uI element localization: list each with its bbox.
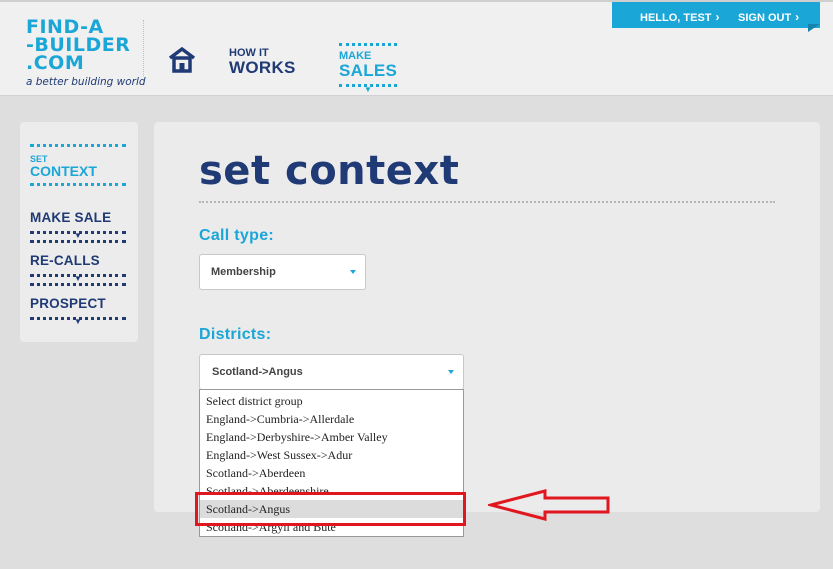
sidebar-item-label: CONTEXT bbox=[30, 163, 97, 179]
logo-line-3: .COM bbox=[26, 52, 85, 74]
page-title: set context bbox=[199, 148, 460, 194]
user-bar-fold bbox=[808, 24, 820, 32]
sidebar-item-label: MAKE SALE bbox=[30, 210, 112, 225]
sidebar-item-make-sale[interactable]: MAKE SALE ▼ bbox=[30, 202, 126, 243]
dropdown-option[interactable]: England->Derbyshire->Amber Valley bbox=[200, 428, 463, 446]
title-divider bbox=[199, 201, 775, 203]
call-type-label: Call type: bbox=[199, 227, 275, 244]
divider-dots bbox=[30, 183, 126, 186]
chevron-down-icon: ▼ bbox=[364, 85, 372, 94]
sidebar-item-label: PROSPECT bbox=[30, 296, 106, 311]
site-logo[interactable]: FIND-A -BUILDER .COM a better building w… bbox=[26, 18, 146, 92]
logo-tagline: a better building world bbox=[26, 76, 146, 88]
site-header: FIND-A -BUILDER .COM a better building w… bbox=[0, 0, 833, 96]
dropdown-option[interactable]: England->Cumbria->Allerdale bbox=[200, 410, 463, 428]
chevron-right-icon: › bbox=[795, 10, 800, 24]
chevron-down-icon: ▼ bbox=[74, 231, 82, 240]
chevron-down-icon: ▼ bbox=[74, 317, 82, 326]
dropdown-option[interactable]: England->West Sussex->Adur bbox=[200, 446, 463, 464]
sign-out-label: SIGN OUT bbox=[738, 12, 792, 24]
nav-make-dots-top bbox=[339, 43, 397, 46]
dropdown-option[interactable]: Select district group bbox=[200, 392, 463, 410]
user-greeting: HELLO, TEST bbox=[640, 12, 712, 24]
user-bar: HELLO, TEST › SIGN OUT › bbox=[612, 2, 820, 28]
dropdown-arrow-icon bbox=[350, 270, 356, 274]
sidebar-item-re-calls[interactable]: RE-CALLS ▼ bbox=[30, 245, 126, 286]
call-type-select[interactable]: Membership bbox=[199, 254, 366, 290]
nav-make-big: SALES bbox=[339, 61, 398, 80]
sidebar-item-prospect[interactable]: PROSPECT ▼ bbox=[30, 288, 126, 326]
chevron-down-icon: ▼ bbox=[74, 274, 82, 283]
user-greeting-link[interactable]: HELLO, TEST › bbox=[640, 10, 720, 24]
home-icon[interactable] bbox=[168, 46, 196, 74]
districts-label: Districts: bbox=[199, 326, 272, 343]
sign-out-link[interactable]: SIGN OUT › bbox=[738, 10, 799, 24]
sidebar-item-set-context[interactable]: SET CONTEXT bbox=[30, 144, 126, 186]
districts-value: Scotland->Angus bbox=[212, 366, 303, 378]
annotation-arrow-icon bbox=[488, 489, 610, 521]
logo-divider bbox=[143, 20, 145, 76]
annotation-highlight-box bbox=[195, 492, 466, 526]
divider-dots bbox=[30, 240, 126, 243]
dropdown-arrow-icon bbox=[448, 370, 454, 374]
nav-make-sales[interactable]: MAKE SALES ▼ bbox=[337, 43, 399, 94]
divider-dots bbox=[30, 283, 126, 286]
nav-how-big: WORKS bbox=[229, 58, 296, 77]
dropdown-option[interactable]: Scotland->Aberdeen bbox=[200, 464, 463, 482]
sidebar-item-label: RE-CALLS bbox=[30, 253, 100, 268]
nav-how-it-works[interactable]: HOW IT WORKS bbox=[229, 47, 296, 77]
sidebar-menu: SET CONTEXT MAKE SALE ▼ RE-CALLS ▼ PROSP… bbox=[20, 122, 138, 342]
districts-select[interactable]: Scotland->Angus bbox=[199, 354, 464, 390]
call-type-value: Membership bbox=[211, 266, 276, 278]
chevron-right-icon: › bbox=[715, 10, 720, 24]
